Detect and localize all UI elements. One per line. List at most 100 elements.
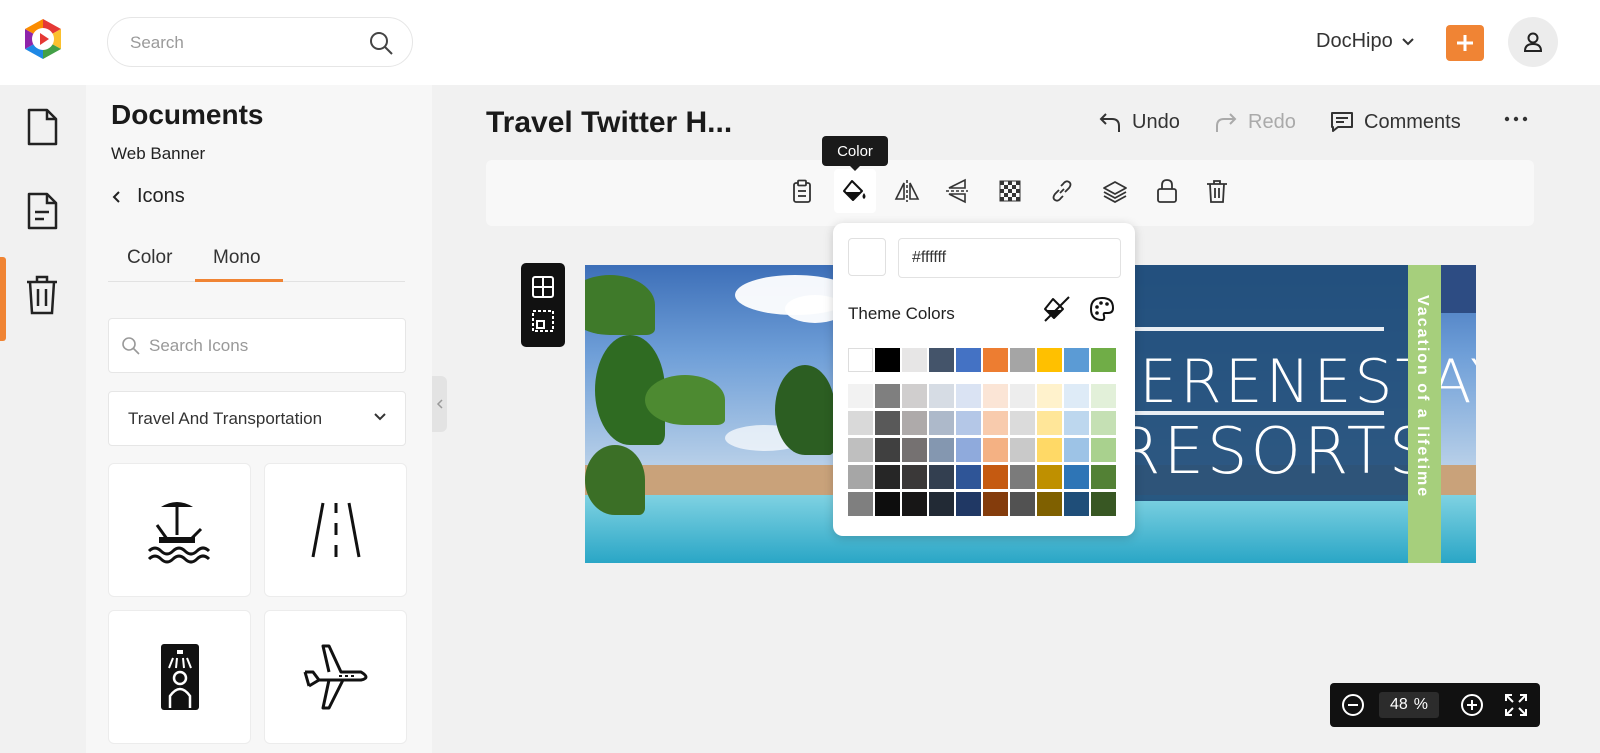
color-swatch[interactable] bbox=[1064, 438, 1089, 462]
color-swatch[interactable] bbox=[1064, 384, 1089, 408]
icon-tile-road[interactable] bbox=[264, 463, 407, 597]
color-swatch[interactable] bbox=[848, 438, 873, 462]
color-swatch[interactable] bbox=[1091, 384, 1116, 408]
color-swatch[interactable] bbox=[1037, 384, 1062, 408]
icon-tile-beach-lounger[interactable] bbox=[108, 463, 251, 597]
color-swatch[interactable] bbox=[875, 492, 900, 516]
account-menu[interactable]: DocHipo bbox=[1316, 30, 1415, 53]
color-swatch[interactable] bbox=[1037, 492, 1062, 516]
color-swatch[interactable] bbox=[902, 465, 927, 489]
color-swatch[interactable] bbox=[956, 411, 981, 435]
color-swatch[interactable] bbox=[1064, 492, 1089, 516]
color-swatch[interactable] bbox=[1064, 465, 1089, 489]
color-swatch[interactable] bbox=[875, 465, 900, 489]
color-swatch[interactable] bbox=[1010, 438, 1035, 462]
app-logo-icon[interactable] bbox=[20, 16, 66, 62]
color-swatch[interactable] bbox=[929, 492, 954, 516]
color-swatch[interactable] bbox=[956, 384, 981, 408]
redo-button[interactable]: Redo bbox=[1214, 110, 1296, 134]
zoom-in-icon[interactable] bbox=[1460, 693, 1484, 717]
color-swatch[interactable] bbox=[1064, 348, 1089, 372]
color-swatch[interactable] bbox=[1064, 411, 1089, 435]
color-swatch[interactable] bbox=[1010, 348, 1035, 372]
color-swatch[interactable] bbox=[983, 384, 1008, 408]
color-swatch[interactable] bbox=[983, 348, 1008, 372]
grid-icon[interactable] bbox=[531, 275, 555, 299]
color-swatch[interactable] bbox=[875, 438, 900, 462]
tool-layers[interactable] bbox=[1094, 169, 1136, 213]
undo-button[interactable]: Undo bbox=[1098, 110, 1180, 134]
select-area-icon[interactable] bbox=[531, 309, 555, 333]
tool-clipboard[interactable] bbox=[781, 169, 823, 213]
icon-tile-airplane[interactable] bbox=[264, 610, 407, 744]
global-search[interactable]: Search bbox=[107, 17, 413, 67]
search-icon[interactable] bbox=[368, 30, 394, 56]
color-swatch[interactable] bbox=[902, 411, 927, 435]
color-swatch[interactable] bbox=[902, 348, 927, 372]
color-swatch[interactable] bbox=[929, 348, 954, 372]
color-swatch[interactable] bbox=[848, 465, 873, 489]
category-dropdown[interactable]: Travel And Transportation bbox=[108, 391, 406, 446]
color-swatch[interactable] bbox=[1010, 384, 1035, 408]
color-swatch[interactable] bbox=[1091, 492, 1116, 516]
color-swatch[interactable] bbox=[956, 348, 981, 372]
current-color-swatch[interactable] bbox=[848, 238, 886, 276]
color-swatch[interactable] bbox=[929, 411, 954, 435]
create-button[interactable] bbox=[1446, 25, 1484, 61]
color-swatch[interactable] bbox=[983, 465, 1008, 489]
color-swatch[interactable] bbox=[1037, 348, 1062, 372]
tool-delete[interactable] bbox=[1196, 169, 1238, 213]
color-swatch[interactable] bbox=[983, 438, 1008, 462]
icon-tile-shower[interactable] bbox=[108, 610, 251, 744]
color-swatch[interactable] bbox=[848, 384, 873, 408]
color-swatch[interactable] bbox=[875, 411, 900, 435]
palette-icon[interactable] bbox=[1088, 295, 1116, 323]
color-swatch[interactable] bbox=[875, 384, 900, 408]
hex-color-input[interactable]: #ffffff bbox=[898, 238, 1121, 278]
color-swatch[interactable] bbox=[1010, 465, 1035, 489]
zoom-out-icon[interactable] bbox=[1341, 693, 1365, 717]
color-swatch[interactable] bbox=[1010, 411, 1035, 435]
color-swatch[interactable] bbox=[929, 465, 954, 489]
document-title[interactable]: Travel Twitter H... bbox=[486, 106, 732, 140]
color-swatch[interactable] bbox=[902, 384, 927, 408]
collapse-panel-handle[interactable] bbox=[432, 376, 447, 432]
tool-link[interactable] bbox=[1041, 169, 1083, 213]
tool-lock[interactable] bbox=[1146, 169, 1188, 213]
comments-button[interactable]: Comments bbox=[1330, 110, 1461, 134]
color-swatch[interactable] bbox=[902, 438, 927, 462]
color-swatch[interactable] bbox=[1091, 438, 1116, 462]
color-swatch[interactable] bbox=[983, 492, 1008, 516]
color-swatch[interactable] bbox=[929, 384, 954, 408]
color-swatch[interactable] bbox=[1037, 438, 1062, 462]
color-swatch[interactable] bbox=[1037, 411, 1062, 435]
color-swatch[interactable] bbox=[848, 492, 873, 516]
color-swatch[interactable] bbox=[848, 411, 873, 435]
color-swatch[interactable] bbox=[902, 492, 927, 516]
color-swatch[interactable] bbox=[1091, 348, 1116, 372]
more-options-button[interactable] bbox=[1503, 114, 1529, 124]
tool-transparency[interactable] bbox=[989, 169, 1031, 213]
zoom-value[interactable]: 48 % bbox=[1379, 692, 1439, 718]
tab-color[interactable]: Color bbox=[127, 247, 172, 269]
color-swatch[interactable] bbox=[1091, 465, 1116, 489]
no-fill-icon[interactable] bbox=[1043, 295, 1071, 323]
rail-item-trash[interactable] bbox=[20, 271, 64, 319]
profile-button[interactable] bbox=[1508, 17, 1558, 67]
color-swatch[interactable] bbox=[875, 348, 900, 372]
rail-item-documents[interactable] bbox=[20, 103, 64, 151]
color-swatch[interactable] bbox=[1037, 465, 1062, 489]
color-swatch[interactable] bbox=[929, 438, 954, 462]
back-to-icons[interactable]: Icons bbox=[111, 185, 185, 208]
icon-search-input[interactable]: Search Icons bbox=[108, 318, 406, 373]
fullscreen-icon[interactable] bbox=[1504, 693, 1528, 717]
tab-mono[interactable]: Mono bbox=[213, 247, 261, 269]
color-swatch[interactable] bbox=[1091, 411, 1116, 435]
rail-item-document-text[interactable] bbox=[20, 187, 64, 235]
color-swatch[interactable] bbox=[1010, 492, 1035, 516]
color-swatch[interactable] bbox=[848, 348, 873, 372]
color-swatch[interactable] bbox=[983, 411, 1008, 435]
tool-flip-vertical[interactable] bbox=[936, 169, 978, 213]
tool-flip-horizontal[interactable] bbox=[886, 169, 928, 213]
banner-tagline-strip[interactable]: Vacation of a lifetime bbox=[1408, 265, 1441, 563]
